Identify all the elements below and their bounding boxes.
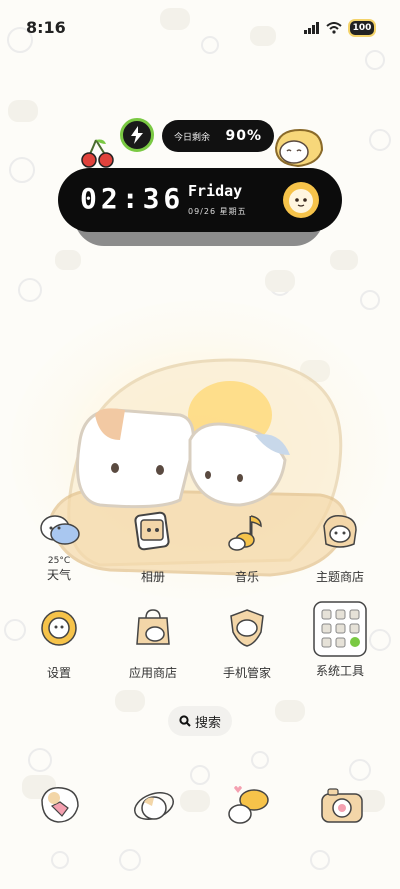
sleeping-cat-sticker (274, 128, 324, 168)
app-weather[interactable]: 25°C 天气 (19, 510, 99, 583)
app-app-store[interactable]: 应用商店 (113, 606, 193, 681)
status-time: 8:16 (26, 18, 66, 37)
weather-temperature: 25°C (47, 556, 71, 566)
search-label: 搜索 (194, 715, 221, 731)
app-music[interactable]: 音乐 (207, 510, 287, 585)
search-button[interactable]: 搜索 (168, 706, 232, 736)
contacts-icon (134, 792, 174, 820)
charge-ring (120, 118, 154, 152)
music-icon (225, 510, 269, 554)
lion-cat-icon (283, 182, 319, 218)
app-phone-manager[interactable]: 手机管家 (207, 606, 287, 681)
dock-phone[interactable] (34, 780, 86, 832)
clock-time: 02:36 (80, 182, 185, 215)
app-label: 相册 (140, 570, 165, 584)
camera-icon (321, 788, 363, 823)
battery-remaining-widget[interactable]: 今日剩余 90% (162, 120, 274, 152)
system-tools-icon (310, 600, 370, 658)
dock-camera[interactable] (316, 780, 368, 832)
app-label: 设置 (46, 666, 71, 680)
battery-indicator: 100 (348, 19, 376, 37)
app-theme-store[interactable]: 主题商店 (300, 510, 380, 585)
clock-day: Friday (188, 182, 243, 200)
app-label: 天气 (46, 568, 71, 582)
app-gallery[interactable]: 相册 (113, 510, 193, 585)
cherry-icon (81, 139, 114, 168)
gallery-icon (131, 510, 175, 554)
theme-store-icon (318, 510, 362, 554)
clock-widget[interactable]: 02:36 Friday 09/26 星期五 (58, 168, 342, 232)
app-system-tools[interactable]: 系统工具 (300, 600, 380, 679)
messages-icon (228, 786, 269, 824)
app-store-icon (131, 606, 175, 650)
search-icon (179, 715, 191, 727)
app-label: 主题商店 (315, 570, 364, 584)
dock-messages[interactable] (222, 780, 274, 832)
app-label: 手机管家 (222, 666, 271, 680)
app-settings[interactable]: 设置 (19, 606, 99, 681)
wifi-icon (326, 22, 342, 34)
weather-icon (37, 510, 81, 554)
settings-icon (37, 606, 81, 650)
dock-contacts[interactable] (128, 780, 180, 832)
app-label: 应用商店 (128, 666, 177, 680)
phone-icon (41, 787, 79, 823)
lightning-icon (131, 126, 143, 144)
signal-icon (304, 22, 319, 34)
phone-manager-icon (225, 606, 269, 650)
app-label: 系统工具 (315, 664, 364, 678)
battery-remaining-value: 90% (225, 128, 262, 144)
status-bar: 8:16 100 (0, 0, 400, 56)
clock-date: 09/26 星期五 (188, 207, 247, 216)
status-icons: 100 (304, 19, 376, 37)
battery-remaining-label: 今日剩余 (174, 132, 211, 143)
app-label: 音乐 (234, 570, 259, 584)
